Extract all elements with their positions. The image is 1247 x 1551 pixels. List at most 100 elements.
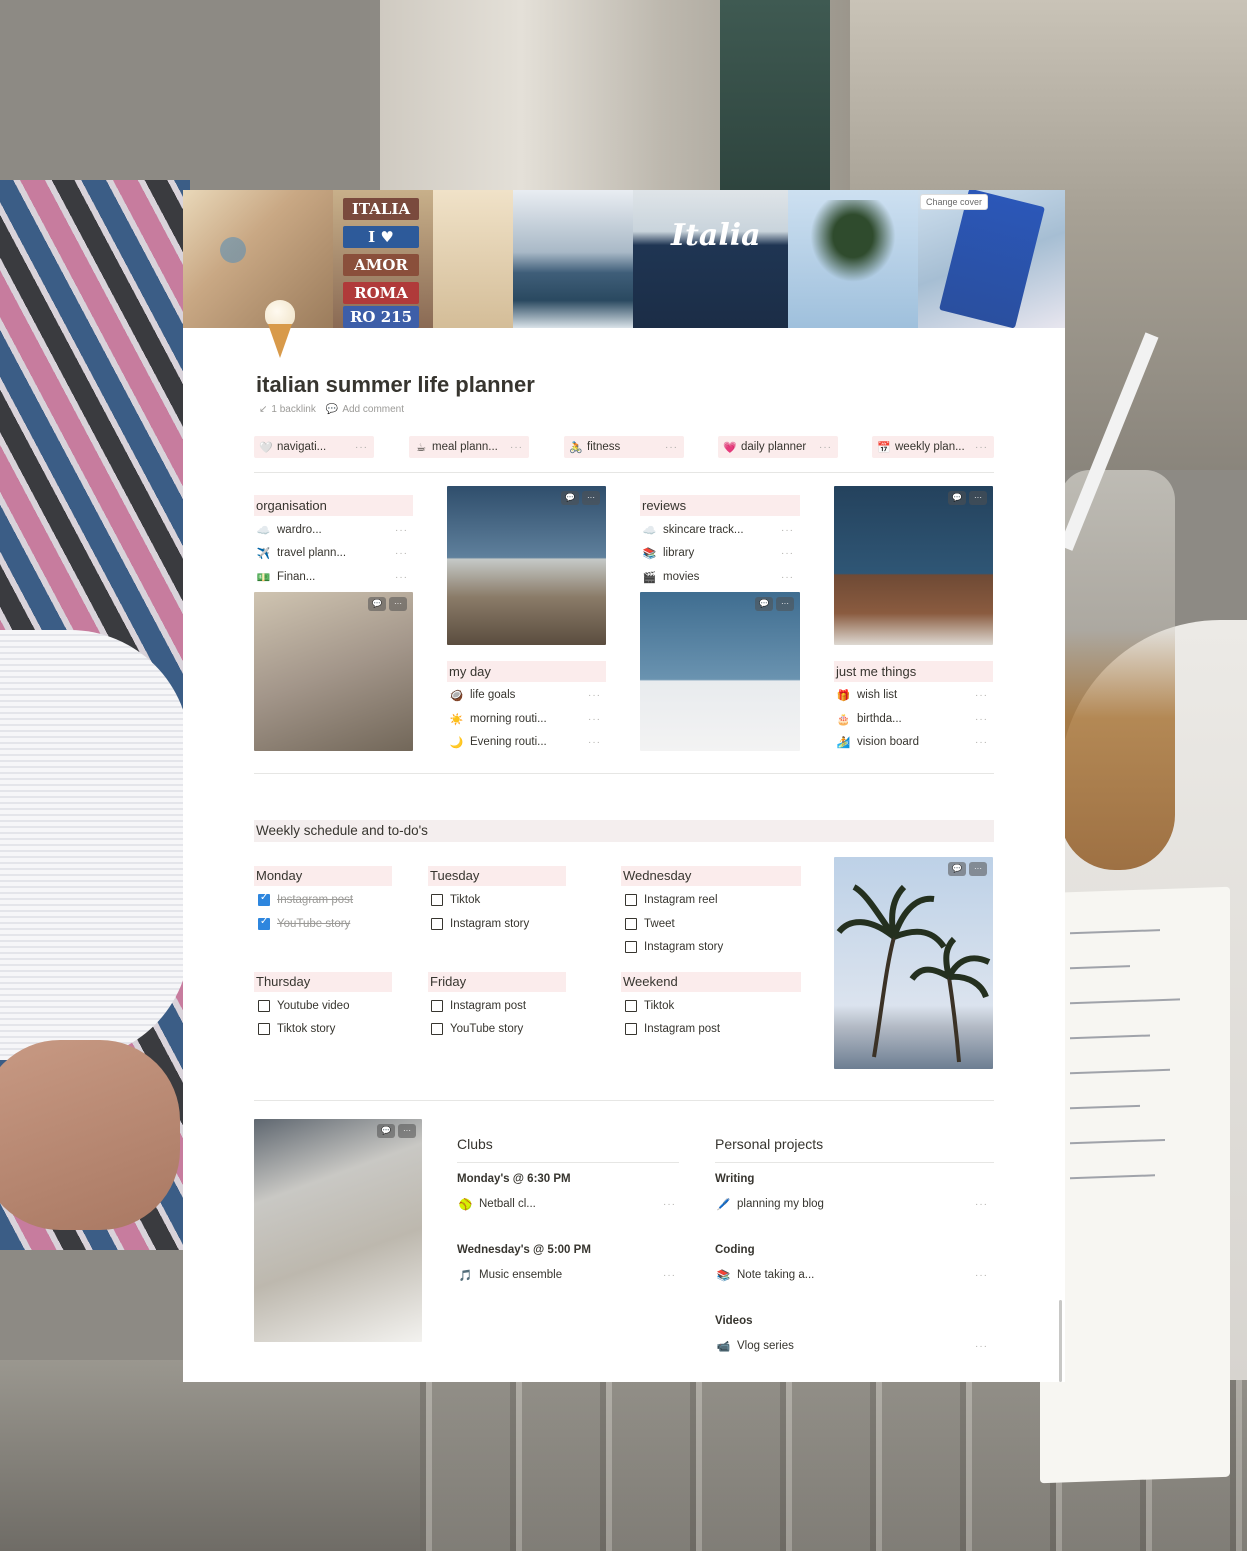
cover-sign: I ♥ (343, 226, 419, 248)
todo-item[interactable]: Instagram post (258, 891, 353, 909)
comment-icon[interactable]: 💬 (948, 862, 966, 876)
todo-item[interactable]: Tiktok (431, 891, 480, 909)
checkbox[interactable] (625, 918, 637, 930)
todo-item[interactable]: YouTube story (258, 915, 350, 933)
list-item-morning-routine[interactable]: ☀️ morning routi... ··· (449, 709, 601, 729)
more-icon[interactable]: ··· (395, 548, 408, 559)
more-icon[interactable]: ··· (781, 525, 794, 536)
tab-navigation[interactable]: 🤍 navigati... ··· (254, 436, 374, 458)
more-icon[interactable]: ··· (975, 714, 988, 725)
checkbox[interactable] (431, 1023, 443, 1035)
comment-icon[interactable]: 💬 (368, 597, 386, 611)
list-item-birthdays[interactable]: 🎂 birthda... ··· (836, 709, 988, 729)
list-item-library[interactable]: 📚 library ··· (642, 543, 794, 563)
checkbox[interactable] (625, 1023, 637, 1035)
list-item-wish-list[interactable]: 🎁 wish list ··· (836, 685, 988, 705)
checkbox[interactable] (258, 1000, 270, 1012)
more-icon[interactable]: ··· (781, 548, 794, 559)
todo-item[interactable]: Instagram story (431, 915, 529, 933)
todo-item[interactable]: YouTube story (431, 1020, 523, 1038)
more-icon[interactable]: ··· (663, 1199, 676, 1210)
more-icon[interactable]: ··· (975, 1270, 988, 1281)
tab-meal-planner[interactable]: ☕ meal plann... ··· (409, 436, 529, 458)
more-icon[interactable]: ··· (588, 737, 601, 748)
checkbox[interactable] (625, 941, 637, 953)
checkbox[interactable] (431, 894, 443, 906)
soft-serve-icon[interactable] (263, 300, 297, 358)
todo-item[interactable]: Tweet (625, 915, 675, 933)
page-meta: ↙ 1 backlink 💬 Add comment (259, 404, 404, 415)
todo-item[interactable]: Instagram reel (625, 891, 718, 909)
more-icon[interactable]: ··· (395, 525, 408, 536)
add-comment-button[interactable]: 💬 Add comment (326, 404, 404, 415)
checkbox[interactable] (625, 1000, 637, 1012)
more-icon[interactable]: ··· (975, 690, 988, 701)
todo-item[interactable]: Youtube video (258, 997, 349, 1015)
list-item-life-goals[interactable]: 🥥 life goals ··· (449, 685, 601, 705)
more-icon[interactable]: ··· (663, 1270, 676, 1281)
more-icon[interactable]: ··· (588, 690, 601, 701)
ice-cream-photo[interactable]: 💬 ··· (254, 592, 413, 751)
boat-photo[interactable]: 💬 ··· (834, 486, 993, 645)
more-icon[interactable]: ··· (975, 737, 988, 748)
list-item-movies[interactable]: 🎬 movies ··· (642, 567, 794, 587)
more-icon[interactable]: ··· (510, 442, 523, 453)
comment-icon[interactable]: 💬 (755, 597, 773, 611)
todo-item[interactable]: Instagram post (625, 1020, 720, 1038)
cover-image[interactable]: ITALIA I ♥ AMOR ROMA RO 215 Italia Chang… (183, 190, 1065, 328)
more-icon[interactable]: ··· (395, 572, 408, 583)
todo-item[interactable]: Tiktok story (258, 1020, 335, 1038)
more-icon[interactable]: ··· (398, 1124, 416, 1138)
todo-item[interactable]: Instagram story (625, 938, 723, 956)
list-item-vlog-series[interactable]: 📹 Vlog series ··· (716, 1336, 988, 1356)
more-icon[interactable]: ··· (969, 491, 987, 505)
list-item-evening-routine[interactable]: 🌙 Evening routi... ··· (449, 732, 601, 752)
tab-daily-planner[interactable]: 💗 daily planner ··· (718, 436, 838, 458)
more-icon[interactable]: ··· (776, 597, 794, 611)
list-item-travel-planner[interactable]: ✈️ travel plann... ··· (256, 543, 408, 563)
seaside-table-photo[interactable]: 💬 ··· (447, 486, 606, 645)
checkbox[interactable] (258, 1023, 270, 1035)
more-icon[interactable]: ··· (781, 572, 794, 583)
checkbox-checked[interactable] (258, 916, 270, 930)
page-title[interactable]: italian summer life planner (256, 372, 535, 398)
more-icon[interactable]: ··· (389, 597, 407, 611)
list-item-music-ensemble[interactable]: 🎵 Music ensemble ··· (458, 1265, 676, 1285)
day-heading-tuesday: Tuesday (428, 866, 566, 886)
street-ice-cream-photo[interactable]: 💬 ··· (254, 1119, 422, 1342)
change-cover-button[interactable]: Change cover (920, 194, 989, 210)
comment-icon[interactable]: 💬 (377, 1124, 395, 1138)
cover-palm (803, 200, 903, 290)
tab-fitness[interactable]: 🚴 fitness ··· (564, 436, 684, 458)
more-icon[interactable]: ··· (975, 1199, 988, 1210)
todo-item[interactable]: Tiktok (625, 997, 674, 1015)
checkbox[interactable] (431, 1000, 443, 1012)
comment-icon: 💬 (325, 404, 339, 415)
list-item-skincare-tracker[interactable]: ☁️ skincare track... ··· (642, 520, 794, 540)
more-icon[interactable]: ··· (969, 862, 987, 876)
list-item-note-taking-app[interactable]: 📚 Note taking a... ··· (716, 1265, 988, 1285)
tab-weekly-planner[interactable]: 📅 weekly plan... ··· (872, 436, 994, 458)
more-icon[interactable]: ··· (975, 442, 988, 453)
list-item-planning-my-blog[interactable]: 🖊️ planning my blog ··· (716, 1194, 988, 1214)
comment-icon[interactable]: 💬 (948, 491, 966, 505)
more-icon[interactable]: ··· (665, 442, 678, 453)
list-item-netball-club[interactable]: 🥎 Netball cl... ··· (458, 1194, 676, 1214)
palm-trees-photo[interactable]: 💬 ··· (834, 857, 993, 1069)
list-item-vision-board[interactable]: 🏄 vision board ··· (836, 732, 988, 752)
backlink-link[interactable]: ↙ 1 backlink (259, 404, 316, 415)
more-icon[interactable]: ··· (975, 1341, 988, 1352)
checkbox[interactable] (431, 918, 443, 930)
reading-book-photo[interactable]: 💬 ··· (640, 592, 800, 751)
more-icon[interactable]: ··· (588, 714, 601, 725)
checkbox-checked[interactable] (258, 892, 270, 906)
todo-item[interactable]: Instagram post (431, 997, 526, 1015)
list-item-finance[interactable]: 💵 Finan... ··· (256, 567, 408, 587)
checkbox[interactable] (625, 894, 637, 906)
list-item-wardrobe[interactable]: ☁️ wardro... ··· (256, 520, 408, 540)
scrollbar[interactable] (1059, 1300, 1062, 1382)
more-icon[interactable]: ··· (582, 491, 600, 505)
more-icon[interactable]: ··· (355, 442, 368, 453)
more-icon[interactable]: ··· (819, 442, 832, 453)
comment-icon[interactable]: 💬 (561, 491, 579, 505)
